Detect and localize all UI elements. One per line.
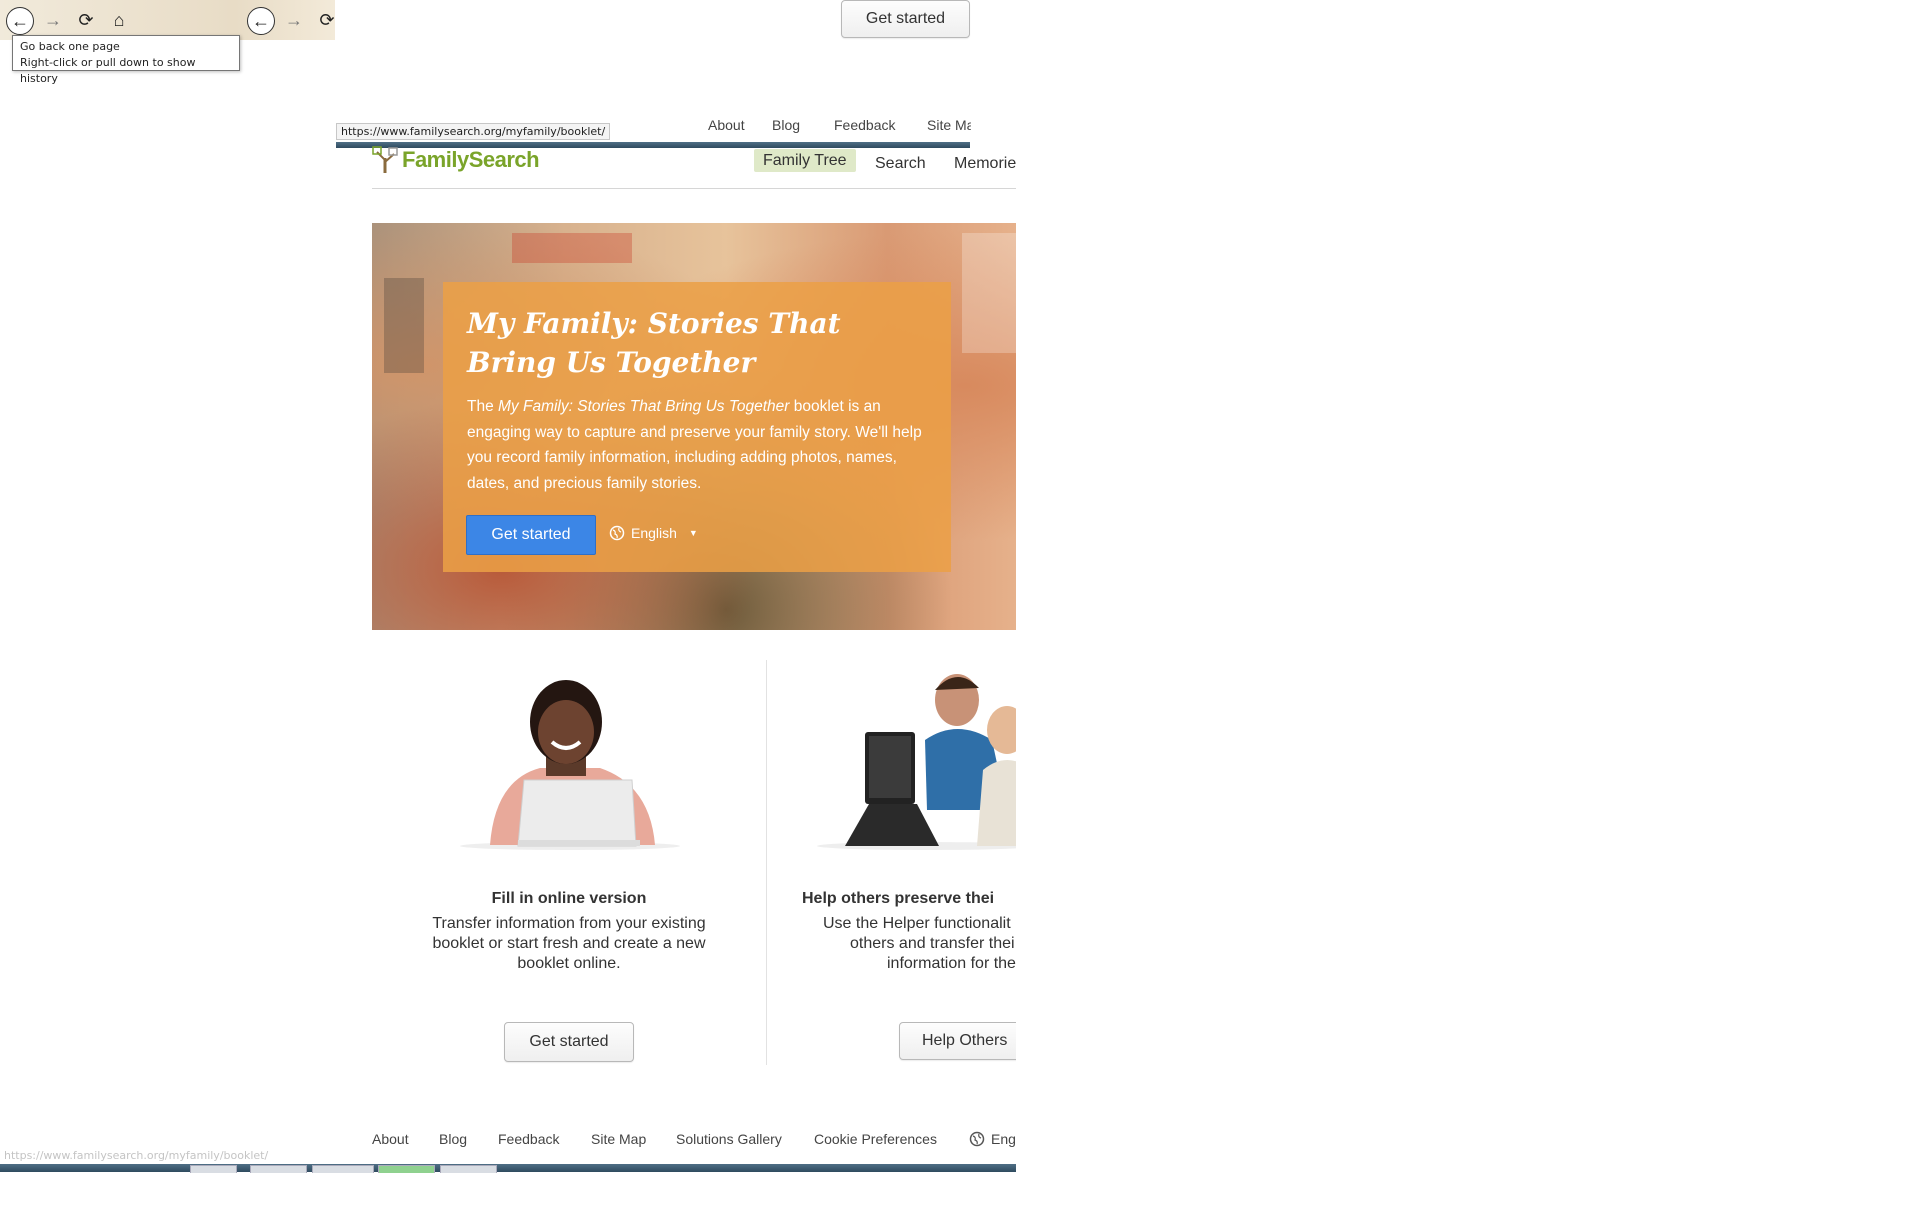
nav-family-tree-label: Family Tree (754, 149, 856, 172)
helpers-computer-illustration (817, 674, 1016, 850)
hero-desc-italic: My Family: Stories That Bring Us Togethe… (498, 398, 790, 415)
globe-icon (969, 1131, 985, 1147)
hero-title: My Family: Stories That Bring Us Togethe… (467, 304, 927, 382)
taskbar-item (190, 1165, 237, 1173)
top-links-bar: https://www.familysearch.org/myfamily/bo… (336, 117, 971, 140)
hero-description: The My Family: Stories That Bring Us Tog… (467, 394, 927, 496)
tooltip-line-1: Go back one page (20, 40, 120, 53)
back-arrow-icon[interactable]: ← (247, 7, 275, 35)
hero-title-line-1: My Family: Stories That (467, 307, 841, 340)
site-header: FamilySearch Family Tree Search Memorie (372, 146, 1016, 188)
back-arrow-icon[interactable]: ← (6, 7, 34, 35)
column-2-description: Use the Helper functionalit others and t… (767, 914, 1016, 974)
top-link-about[interactable]: About (708, 117, 745, 133)
background-wall (962, 233, 1016, 353)
hero-desc-prefix: The (467, 398, 499, 415)
footer-link-cookie-preferences[interactable]: Cookie Preferences (814, 1131, 937, 1147)
tooltip-line-2: Right-click or pull down to show history (20, 56, 196, 85)
footer-language-selector[interactable]: Eng (969, 1131, 1016, 1147)
hero-get-started-button[interactable]: Get started (466, 515, 596, 555)
footer-link-blog[interactable]: Blog (439, 1131, 467, 1147)
forward-arrow-icon[interactable]: → (281, 7, 307, 33)
hero-banner: My Family: Stories That Bring Us Togethe… (372, 223, 1016, 630)
language-selector[interactable]: English ▼ (609, 525, 698, 541)
taskbar-item (250, 1165, 307, 1173)
woman-laptop-illustration (460, 680, 680, 850)
top-link-blog[interactable]: Blog (772, 117, 800, 133)
page-content: FamilySearch Family Tree Search Memorie … (372, 138, 1016, 1168)
footer-link-feedback[interactable]: Feedback (498, 1131, 559, 1147)
logo-text: FamilySearch (402, 147, 540, 172)
caret-down-icon: ▼ (688, 528, 698, 538)
status-url: https://www.familysearch.org/myfamily/bo… (336, 122, 611, 140)
get-started-button[interactable]: Get started (841, 0, 970, 38)
column-2-desc-line-2: others and transfer thei (850, 935, 1015, 952)
background-awning (512, 233, 632, 263)
footer-link-site-map[interactable]: Site Map (591, 1131, 646, 1147)
column-online-version: Fill in online version Transfer informat… (372, 660, 766, 1080)
family-tree-logo-icon (372, 146, 398, 173)
refresh-icon[interactable]: ⟳ (314, 7, 340, 33)
nav-family-tree[interactable]: Family Tree (754, 149, 856, 172)
footer-language-label: Eng (991, 1131, 1016, 1147)
taskbar-item (440, 1165, 497, 1173)
column-2-desc-line-1: Use the Helper functionalit (823, 915, 1011, 932)
header-divider (372, 188, 1016, 189)
logo[interactable]: FamilySearch (372, 146, 540, 174)
column-1-get-started-button[interactable]: Get started (504, 1022, 634, 1062)
column-2-desc-line-3: information for the (887, 955, 1016, 972)
back-button-tooltip: Go back one page Right-click or pull dow… (12, 35, 240, 85)
taskbar-item (312, 1165, 374, 1173)
refresh-icon[interactable]: ⟳ (73, 7, 99, 33)
column-1-desc-line-3: booklet online. (517, 955, 621, 972)
column-help-others: Help others preserve thei Use the Helper… (767, 660, 1016, 1080)
column-2-title: Help others preserve thei (802, 890, 995, 907)
top-link-feedback[interactable]: Feedback (834, 117, 895, 133)
column-1-title: Fill in online version (491, 890, 647, 907)
top-link-site-map[interactable]: Site Ma (927, 117, 971, 133)
footer-link-about[interactable]: About (372, 1131, 409, 1147)
faded-status-url: https://www.familysearch.org/myfamily/bo… (4, 1149, 269, 1162)
taskbar-item (378, 1165, 435, 1173)
globe-icon (609, 525, 625, 541)
nav-search[interactable]: Search (875, 155, 926, 173)
column-1-description: Transfer information from your existing … (372, 914, 766, 974)
nav-memories[interactable]: Memorie (954, 155, 1016, 173)
help-others-button[interactable]: Help Others (899, 1022, 1016, 1060)
hero-card: My Family: Stories That Bring Us Togethe… (443, 282, 951, 572)
bottom-taskbar-strip (0, 1164, 1016, 1173)
language-label: English (631, 525, 677, 541)
footer: About Blog Feedback Site Map Solutions G… (372, 1131, 1016, 1151)
background-window (384, 278, 424, 373)
forward-arrow-icon[interactable]: → (40, 7, 66, 33)
home-icon[interactable]: ⌂ (106, 7, 132, 33)
hero-title-line-2: Bring Us Together (467, 346, 756, 379)
column-1-desc-line-2: booklet or start fresh and create a new (432, 935, 706, 952)
footer-link-solutions-gallery[interactable]: Solutions Gallery (676, 1131, 782, 1147)
column-1-desc-line-1: Transfer information from your existing (432, 915, 706, 932)
